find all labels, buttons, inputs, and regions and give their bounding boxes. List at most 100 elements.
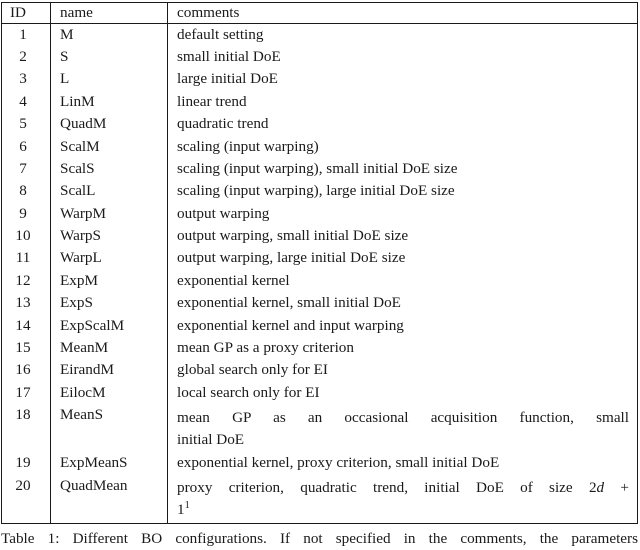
row-id-value: 6	[19, 137, 27, 155]
table-row: 4 LinM linear trend	[2, 91, 638, 114]
cell-id: 9	[2, 203, 51, 225]
cell-name: ExpM	[50, 270, 168, 293]
row-name-value: M	[60, 25, 74, 43]
cell-comment: scaling (input warping), large initial D…	[167, 180, 638, 204]
row-id-value: 4	[19, 92, 27, 110]
row-comment-value: exponential kernel	[177, 271, 290, 289]
cell-comment: exponential kernel	[167, 270, 638, 293]
row-comment-line-2: initial DoE	[177, 430, 245, 448]
table-row: 10 WarpS output warping, small initial D…	[2, 225, 638, 249]
cell-name: M	[50, 23, 168, 47]
row-comment-value: local search only for EI	[177, 383, 320, 401]
table-caption: Table 1: Different BO configurations. If…	[1, 529, 638, 550]
row-name-value: ExpS	[60, 294, 93, 312]
cell-name: QuadMean	[50, 475, 168, 524]
cell-id: 20	[2, 475, 51, 524]
cell-name: ScalS	[50, 158, 168, 181]
row-name-value: LinM	[60, 92, 95, 110]
cell-comment: quadratic trend	[167, 113, 638, 137]
table-row: 19 ExpMeanS exponential kernel, proxy cr…	[2, 452, 638, 476]
row-name-value: ExpM	[60, 271, 98, 289]
cell-comment: exponential kernel and input warping	[167, 315, 638, 338]
cell-id: 2	[2, 47, 51, 69]
row-name-value: ScalS	[60, 159, 95, 177]
table-row: 2 S small initial DoE	[2, 46, 638, 69]
row-id-value: 19	[15, 454, 31, 472]
cell-comment: output warping, small initial DoE size	[167, 225, 638, 249]
cell-name: LinM	[50, 91, 168, 114]
cell-id: 15	[2, 338, 51, 360]
document-page: ID name comments 1 M default setting 2 S…	[0, 0, 640, 547]
row-name-value: S	[60, 47, 69, 65]
row-comment-value: proxy criterion, quadratic trend, initia…	[168, 475, 637, 523]
cell-comment: mean GP as an occasional acquisition fun…	[167, 404, 638, 453]
cell-id: 14	[2, 315, 51, 337]
cell-comment: output warping, large initial DoE size	[167, 248, 638, 271]
cell-comment: linear trend	[167, 91, 638, 114]
row-id-value: 5	[19, 115, 27, 133]
row-comment-value: default setting	[177, 25, 264, 43]
row-name-value: WarpL	[60, 249, 102, 267]
table-row: 6 ScalM scaling (input warping)	[2, 136, 638, 159]
row-id-value: 9	[19, 204, 27, 222]
table-row: 7 ScalS scaling (input warping), small i…	[2, 158, 638, 181]
row-name-value: L	[60, 70, 70, 88]
table-row: 17 EilocM local search only for EI	[2, 382, 638, 405]
row-id-value: 16	[15, 361, 31, 379]
cell-id: 4	[2, 91, 51, 113]
row-comment-line-2: 11	[177, 499, 629, 521]
cell-comment: scaling (input warping), small initial D…	[167, 158, 638, 181]
row-name-value: MeanS	[60, 406, 104, 424]
table-row: 1 M default setting	[2, 23, 638, 47]
row-id-value: 13	[15, 294, 31, 312]
row-comment-value: global search only for EI	[177, 361, 328, 379]
cell-name: L	[50, 68, 168, 92]
row-name-value: ScalL	[60, 182, 96, 200]
cell-id: 16	[2, 360, 51, 382]
row-comment-value: scaling (input warping)	[177, 137, 319, 155]
row-comment-line-2-text: 1	[177, 501, 185, 519]
table-body: 1 M default setting 2 S small initial Do…	[2, 23, 638, 524]
row-id-value: 14	[15, 316, 31, 334]
cell-comment: exponential kernel, small initial DoE	[167, 292, 638, 316]
cell-name: ExpS	[50, 292, 168, 316]
table-row: 8 ScalL scaling (input warping), large i…	[2, 180, 638, 204]
cell-comment: default setting	[167, 23, 638, 47]
row-comment-line-1: mean GP as an occasional acquisition fun…	[177, 408, 629, 426]
row-name-value: MeanM	[60, 339, 109, 357]
cell-name: QuadM	[50, 113, 168, 137]
row-name-value: ExpScalM	[60, 316, 125, 334]
cell-name: WarpM	[50, 203, 168, 226]
row-comment-value: scaling (input warping), large initial D…	[177, 182, 455, 200]
cell-id: 1	[2, 24, 51, 47]
cell-name: ExpScalM	[50, 315, 168, 338]
row-comment-value: scaling (input warping), small initial D…	[177, 159, 458, 177]
cell-comment: local search only for EI	[167, 382, 638, 405]
row-id-value: 15	[15, 339, 31, 357]
table-header: ID name comments	[1, 2, 638, 25]
table-row: 14 ExpScalM exponential kernel and input…	[2, 315, 638, 338]
row-name-value: ScalM	[60, 137, 100, 155]
cell-comment: exponential kernel, proxy criterion, sma…	[167, 452, 638, 476]
cell-comment: scaling (input warping)	[167, 136, 638, 159]
cell-id: 6	[2, 136, 51, 158]
row-name-value: QuadMean	[60, 476, 128, 494]
table-row: 12 ExpM exponential kernel	[2, 270, 638, 293]
cell-id: 11	[2, 248, 51, 270]
cell-name: ScalM	[50, 136, 168, 159]
table-row: 9 WarpM output warping	[2, 203, 638, 226]
table-row: 20 QuadMean proxy criterion, quadratic t…	[2, 475, 638, 524]
cell-id: 7	[2, 159, 51, 181]
cell-id: 10	[2, 226, 51, 248]
table-row: 11 WarpL output warping, large initial D…	[2, 248, 638, 271]
row-comment-value: mean GP as a proxy criterion	[177, 339, 354, 357]
row-comment-line-1-suffix: +	[604, 479, 629, 497]
table-row: 16 EirandM global search only for EI	[2, 360, 638, 383]
row-name-value: QuadM	[60, 115, 107, 133]
row-comment-value: small initial DoE	[177, 47, 281, 65]
cell-id: 19	[2, 453, 51, 475]
row-id-value: 8	[19, 182, 27, 200]
table-caption-text: Table 1: Different BO configurations. If…	[1, 530, 638, 547]
row-id-value: 11	[15, 249, 31, 267]
row-id-value: 10	[15, 227, 31, 245]
